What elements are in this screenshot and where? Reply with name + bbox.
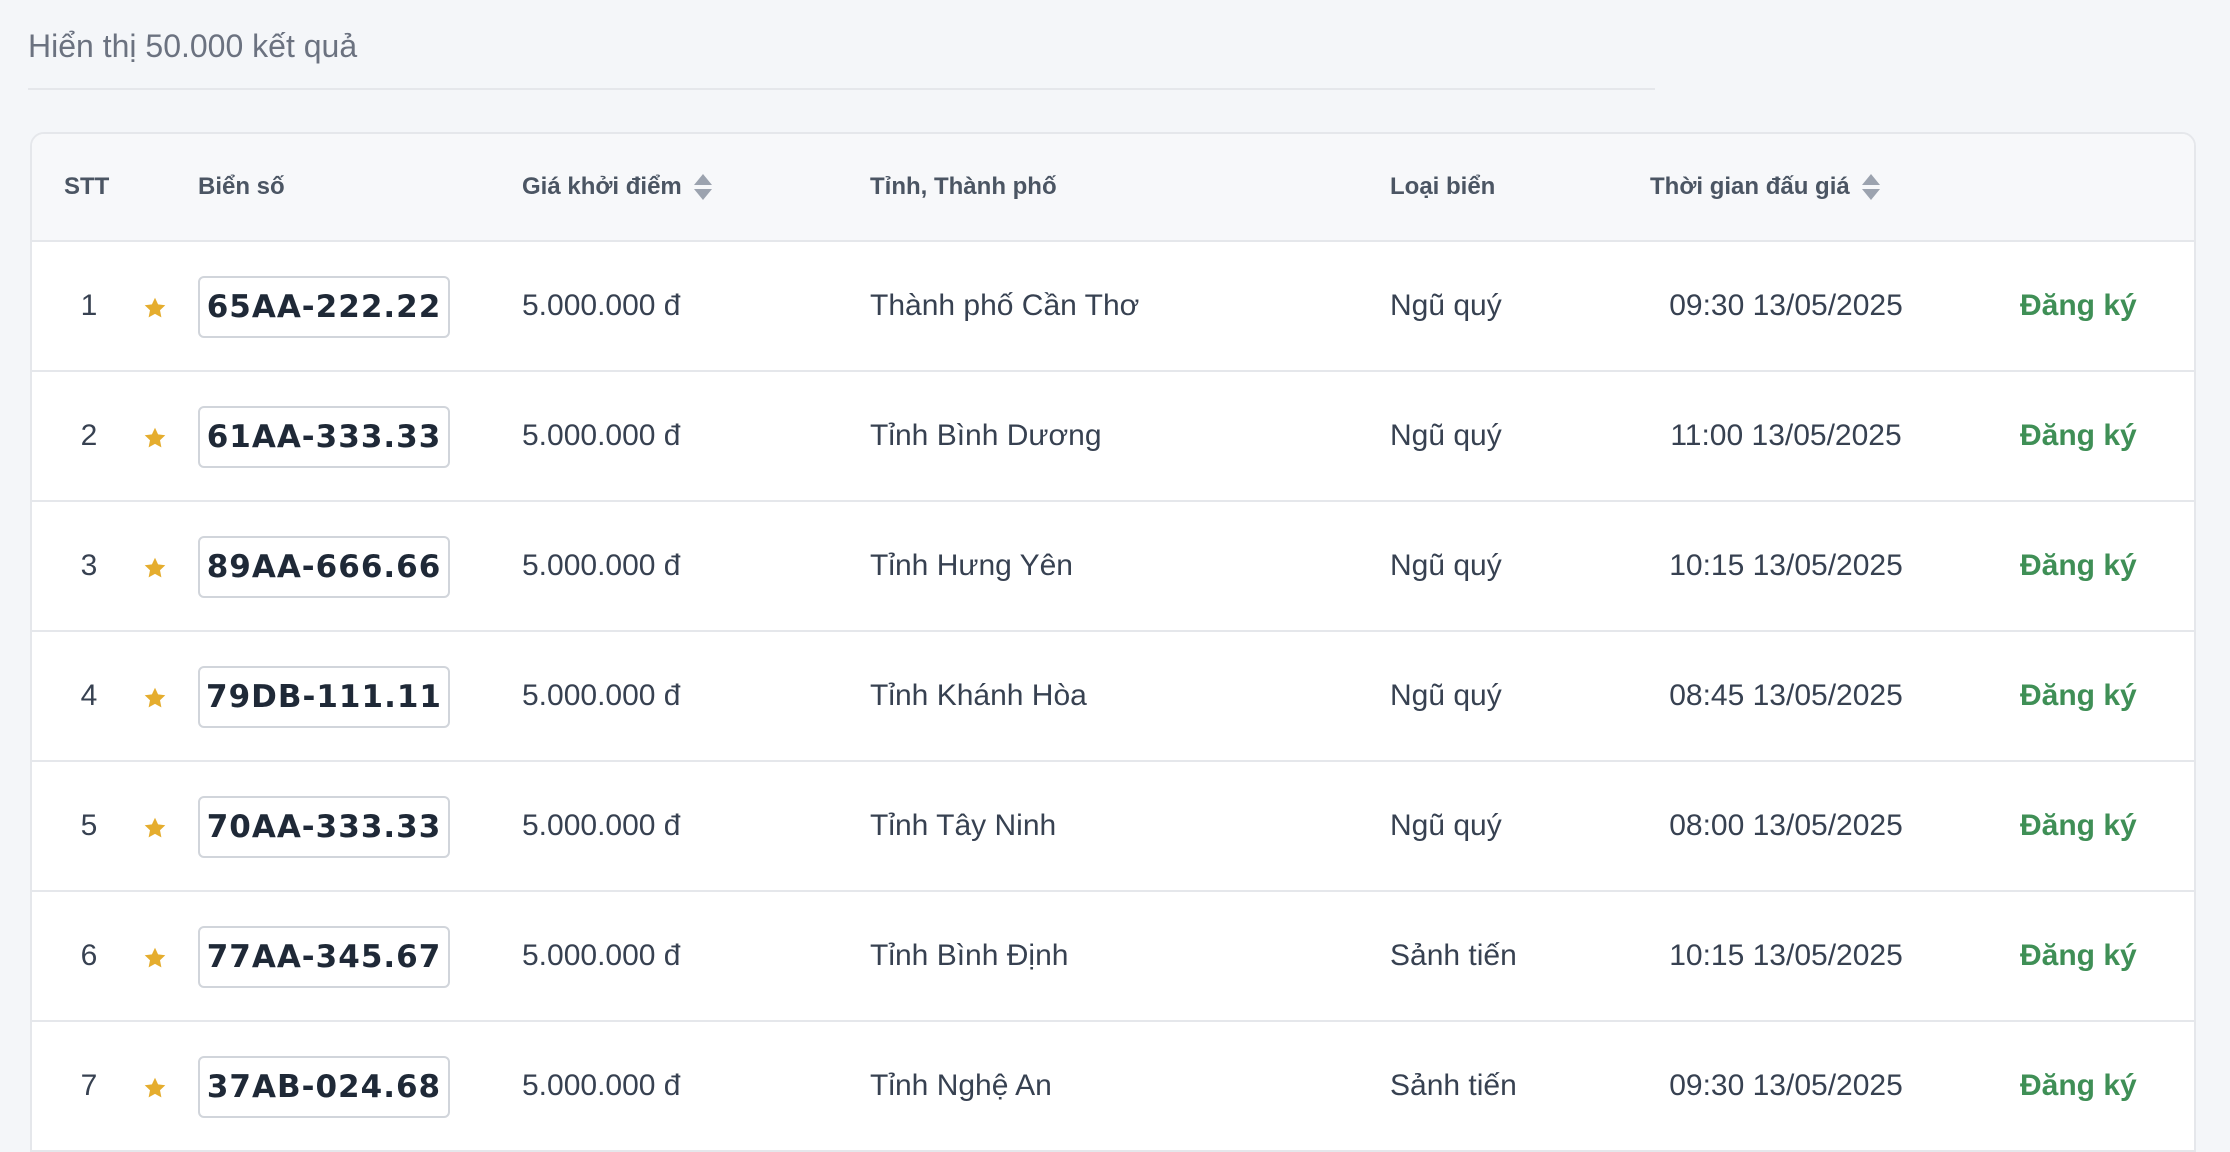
star-icon[interactable]: [142, 946, 168, 970]
row-province: Tỉnh Nghệ An: [870, 1069, 1052, 1102]
sort-icon[interactable]: [1861, 172, 1880, 202]
star-icon[interactable]: [142, 686, 168, 710]
table-row: 3 89AA-666.66 5.000.000 đ Tỉnh Hưng Yên Ngũ …: [32, 502, 2194, 632]
row-price: 5.000.000 đ: [522, 289, 681, 322]
row-time: 11:00 13/05/2025: [1670, 419, 1902, 452]
row-type: Ngũ quý: [1390, 809, 1502, 842]
table-row: 5 70AA-333.33 5.000.000 đ Tỉnh Tây Ninh Ngũ …: [32, 762, 2194, 892]
register-button[interactable]: Đăng ký: [2020, 372, 2137, 500]
row-time: 10:15 13/05/2025: [1669, 549, 1903, 582]
row-stt: 7: [80, 1069, 98, 1102]
table-row: 6 77AA-345.67 5.000.000 đ Tỉnh Bình Định Sản…: [32, 892, 2194, 1022]
star-icon[interactable]: [142, 1076, 168, 1100]
header-stt-label: STT: [64, 173, 110, 200]
table-row: 4 79DB-111.11 5.000.000 đ Tỉnh Khánh Hòa Ngũ…: [32, 632, 2194, 762]
table-header: STT Biển số Giá khởi điểm Tỉnh, Thành ph…: [32, 134, 2194, 242]
header-time[interactable]: Thời gian đấu giá: [1650, 134, 1880, 240]
register-button[interactable]: Đăng ký: [2020, 242, 2137, 370]
header-stt: STT: [64, 134, 109, 240]
row-price: 5.000.000 đ: [522, 939, 681, 972]
license-plate[interactable]: 79DB-111.11: [198, 666, 450, 728]
results-count: Hiển thị 50.000 kết quả: [28, 28, 358, 64]
sort-icon[interactable]: [693, 172, 712, 202]
row-province: Thành phố Cần Thơ: [870, 289, 1140, 322]
header-price-label: Giá khởi điểm: [522, 173, 682, 200]
header-plate-label: Biển số: [198, 173, 285, 200]
row-type: Ngũ quý: [1390, 679, 1502, 712]
row-province: Tỉnh Bình Dương: [870, 419, 1102, 452]
row-price: 5.000.000 đ: [522, 679, 681, 712]
row-stt: 3: [80, 549, 98, 582]
header-plate: Biển số: [198, 134, 285, 240]
register-button[interactable]: Đăng ký: [2020, 1022, 2137, 1150]
row-price: 5.000.000 đ: [522, 549, 681, 582]
table-row: 7 37AB-024.68 5.000.000 đ Tỉnh Nghệ An Sảnh …: [32, 1022, 2194, 1152]
table-row: 1 65AA-222.22 5.000.000 đ Thành phố Cần Thơ…: [32, 242, 2194, 372]
license-plate[interactable]: 65AA-222.22: [198, 276, 450, 338]
license-plate[interactable]: 89AA-666.66: [198, 536, 450, 598]
page: Hiển thị 50.000 kết quả STT Biển số Giá …: [0, 0, 2230, 1152]
row-stt: 6: [80, 939, 98, 972]
row-time: 10:15 13/05/2025: [1669, 939, 1903, 972]
license-plate[interactable]: 70AA-333.33: [198, 796, 450, 858]
row-type: Sảnh tiến: [1390, 939, 1517, 972]
row-type: Ngũ quý: [1390, 419, 1502, 452]
header-province-label: Tỉnh, Thành phố: [870, 173, 1057, 200]
plates-table: STT Biển số Giá khởi điểm Tỉnh, Thành ph…: [30, 132, 2196, 1152]
table-row: 2 61AA-333.33 5.000.000 đ Tỉnh Bình Dương Ng…: [32, 372, 2194, 502]
results-header: Hiển thị 50.000 kết quả: [28, 0, 1655, 90]
header-type-label: Loại biển: [1390, 173, 1496, 200]
row-price: 5.000.000 đ: [522, 419, 681, 452]
license-plate[interactable]: 77AA-345.67: [198, 926, 450, 988]
register-button[interactable]: Đăng ký: [2020, 502, 2137, 630]
header-type: Loại biển: [1390, 134, 1495, 240]
register-button[interactable]: Đăng ký: [2020, 632, 2137, 760]
row-stt: 4: [80, 679, 98, 712]
license-plate[interactable]: 61AA-333.33: [198, 406, 450, 468]
row-type: Sảnh tiến: [1390, 1069, 1517, 1102]
row-price: 5.000.000 đ: [522, 809, 681, 842]
row-type: Ngũ quý: [1390, 549, 1502, 582]
header-province: Tỉnh, Thành phố: [870, 134, 1057, 240]
row-province: Tỉnh Khánh Hòa: [870, 679, 1087, 712]
row-price: 5.000.000 đ: [522, 1069, 681, 1102]
row-province: Tỉnh Tây Ninh: [870, 809, 1057, 842]
star-icon[interactable]: [142, 816, 168, 840]
row-time: 08:00 13/05/2025: [1669, 809, 1903, 842]
star-icon[interactable]: [142, 556, 168, 580]
header-time-label: Thời gian đấu giá: [1650, 173, 1850, 200]
row-province: Tỉnh Bình Định: [870, 939, 1069, 972]
row-stt: 5: [80, 809, 98, 842]
row-time: 09:30 13/05/2025: [1669, 1069, 1903, 1102]
row-type: Ngũ quý: [1390, 289, 1502, 322]
register-button[interactable]: Đăng ký: [2020, 892, 2137, 1020]
row-stt: 2: [80, 419, 98, 452]
star-icon[interactable]: [142, 426, 168, 450]
license-plate[interactable]: 37AB-024.68: [198, 1056, 450, 1118]
row-province: Tỉnh Hưng Yên: [870, 549, 1073, 582]
row-time: 08:45 13/05/2025: [1669, 679, 1903, 712]
register-button[interactable]: Đăng ký: [2020, 762, 2137, 890]
star-icon[interactable]: [142, 296, 168, 320]
row-stt: 1: [80, 289, 98, 322]
row-time: 09:30 13/05/2025: [1669, 289, 1903, 322]
header-price[interactable]: Giá khởi điểm: [522, 134, 712, 240]
